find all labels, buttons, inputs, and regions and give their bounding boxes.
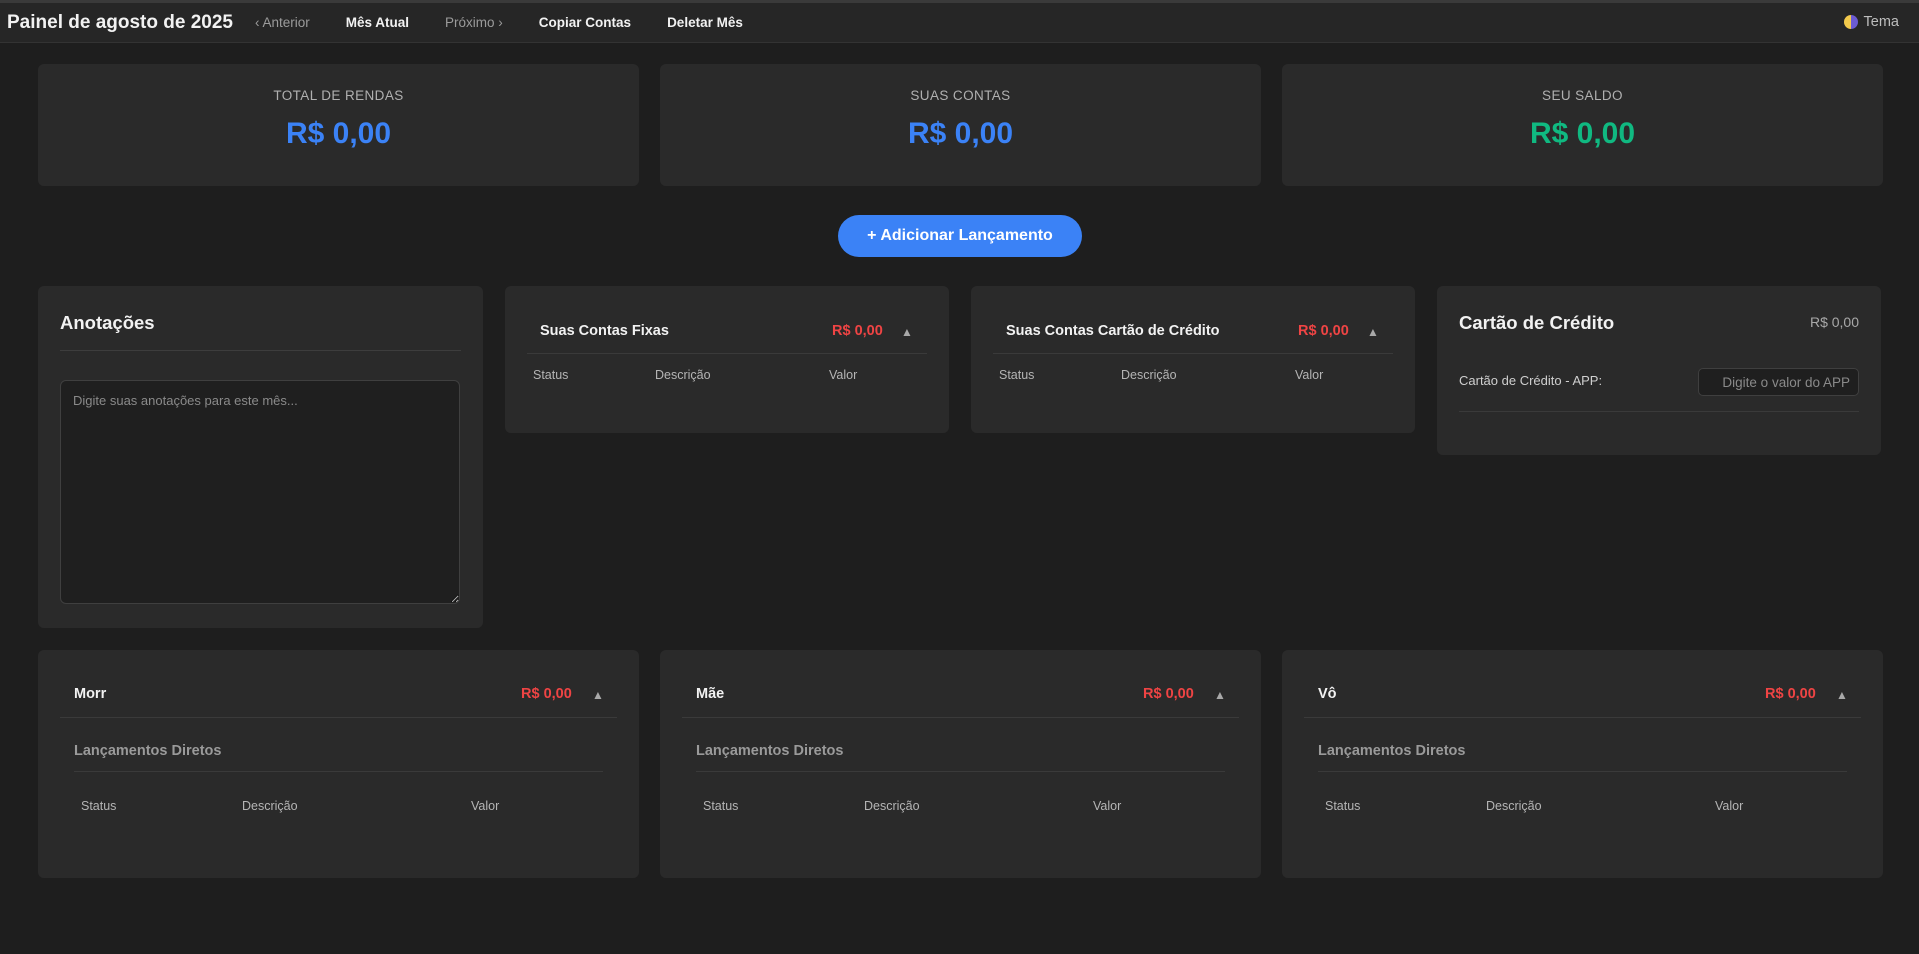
person-divider — [60, 717, 617, 718]
credit-bills-divider — [993, 353, 1393, 354]
credit-card-card: Cartão de Crédito R$ 0,00 Cartão de Créd… — [1437, 286, 1881, 455]
fixed-bills-total: R$ 0,00 — [832, 323, 883, 339]
column-header-value: Valor — [1715, 799, 1744, 813]
column-header-description: Descrição — [864, 799, 920, 813]
direct-entries-divider — [696, 771, 1225, 772]
column-header-description: Descrição — [655, 368, 711, 382]
person-name: Morr — [74, 686, 107, 702]
column-header-status: Status — [999, 368, 1035, 382]
notes-divider — [60, 350, 461, 351]
person-card-mae: Mãe R$ 0,00 ▲ Lançamentos Diretos Status… — [660, 650, 1261, 878]
current-month-button[interactable]: Mês Atual — [346, 15, 409, 30]
collapse-arrow-icon[interactable]: ▲ — [592, 688, 604, 702]
column-header-description: Descrição — [1121, 368, 1177, 382]
delete-month-button[interactable]: Deletar Mês — [667, 15, 743, 30]
person-total: R$ 0,00 — [1143, 686, 1194, 702]
credit-bills-card: Suas Contas Cartão de Crédito R$ 0,00 ▲ … — [971, 286, 1415, 433]
collapse-arrow-icon[interactable]: ▲ — [1214, 688, 1226, 702]
credit-card-title: Cartão de Crédito — [1459, 312, 1615, 333]
notes-title: Anotações — [60, 312, 155, 333]
fixed-bills-header[interactable]: Suas Contas Fixas — [540, 323, 669, 339]
person-name: Vô — [1318, 686, 1337, 702]
person-divider — [1304, 717, 1861, 718]
summary-value: R$ 0,00 — [285, 117, 392, 150]
column-header-status: Status — [81, 799, 117, 813]
direct-entries-divider — [74, 771, 603, 772]
person-header[interactable]: Vô — [1318, 686, 1337, 702]
summary-label: SUAS CONTAS — [910, 88, 1011, 103]
collapse-arrow-icon[interactable]: ▲ — [901, 325, 913, 339]
notes-textarea[interactable] — [60, 380, 460, 604]
income-summary-card: TOTAL DE RENDAS R$ 0,00 — [38, 64, 639, 186]
column-header-status: Status — [533, 368, 569, 382]
person-total: R$ 0,00 — [521, 686, 572, 702]
theme-icon — [1843, 15, 1858, 29]
direct-entries-title: Lançamentos Diretos — [696, 743, 844, 759]
theme-toggle-button[interactable]: Tema — [1843, 14, 1899, 30]
fixed-bills-divider — [527, 353, 927, 354]
column-header-value: Valor — [829, 368, 858, 382]
column-header-description: Descrição — [1486, 799, 1542, 813]
credit-card-divider — [1459, 411, 1859, 412]
column-header-value: Valor — [471, 799, 500, 813]
person-card-morr: Morr R$ 0,00 ▲ Lançamentos Diretos Statu… — [38, 650, 639, 878]
column-header-value: Valor — [1093, 799, 1122, 813]
notes-card: Anotações — [38, 286, 483, 628]
direct-entries-divider — [1318, 771, 1847, 772]
direct-entries-title: Lançamentos Diretos — [74, 743, 222, 759]
page-title: Painel de agosto de 2025 — [7, 11, 233, 33]
column-header-status: Status — [1325, 799, 1361, 813]
month-nav: ‹ Anterior Mês Atual Próximo › Copiar Co… — [255, 15, 779, 30]
credit-bills-title: Suas Contas Cartão de Crédito — [1006, 323, 1220, 339]
add-entry-button[interactable]: + Adicionar Lançamento — [838, 215, 1082, 257]
person-header[interactable]: Morr — [74, 686, 106, 702]
person-card-vo: Vô R$ 0,00 ▲ Lançamentos Diretos Status … — [1282, 650, 1883, 878]
collapse-arrow-icon[interactable]: ▲ — [1367, 325, 1379, 339]
credit-bills-total: R$ 0,00 — [1298, 323, 1349, 339]
credit-bills-header[interactable]: Suas Contas Cartão de Crédito — [1006, 323, 1220, 339]
top-bar: Painel de agosto de 2025 ‹ Anterior Mês … — [0, 0, 1919, 43]
summary-label: TOTAL DE RENDAS — [273, 88, 404, 103]
person-total: R$ 0,00 — [1765, 686, 1816, 702]
credit-card-total: R$ 0,00 — [1809, 314, 1859, 330]
summary-value: R$ 0,00 — [907, 117, 1014, 150]
copy-bills-button[interactable]: Copiar Contas — [539, 15, 631, 30]
person-divider — [682, 717, 1239, 718]
column-header-value: Valor — [1295, 368, 1324, 382]
column-header-description: Descrição — [242, 799, 298, 813]
fixed-bills-card: Suas Contas Fixas R$ 0,00 ▲ Status Descr… — [505, 286, 949, 433]
bills-summary-card: SUAS CONTAS R$ 0,00 — [660, 64, 1261, 186]
summary-value: R$ 0,00 — [1529, 117, 1636, 150]
theme-label: Tema — [1863, 14, 1899, 30]
summary-label: SEU SALDO — [1542, 88, 1623, 103]
fixed-bills-title: Suas Contas Fixas — [540, 323, 669, 339]
person-name: Mãe — [696, 686, 725, 702]
credit-card-app-label: Cartão de Crédito - APP: — [1459, 373, 1603, 388]
credit-card-app-input[interactable] — [1698, 368, 1859, 396]
collapse-arrow-icon[interactable]: ▲ — [1836, 688, 1848, 702]
previous-month-button[interactable]: ‹ Anterior — [255, 15, 310, 30]
person-header[interactable]: Mãe — [696, 686, 724, 702]
direct-entries-title: Lançamentos Diretos — [1318, 743, 1466, 759]
column-header-status: Status — [703, 799, 739, 813]
next-month-button[interactable]: Próximo › — [445, 15, 503, 30]
balance-summary-card: SEU SALDO R$ 0,00 — [1282, 64, 1883, 186]
